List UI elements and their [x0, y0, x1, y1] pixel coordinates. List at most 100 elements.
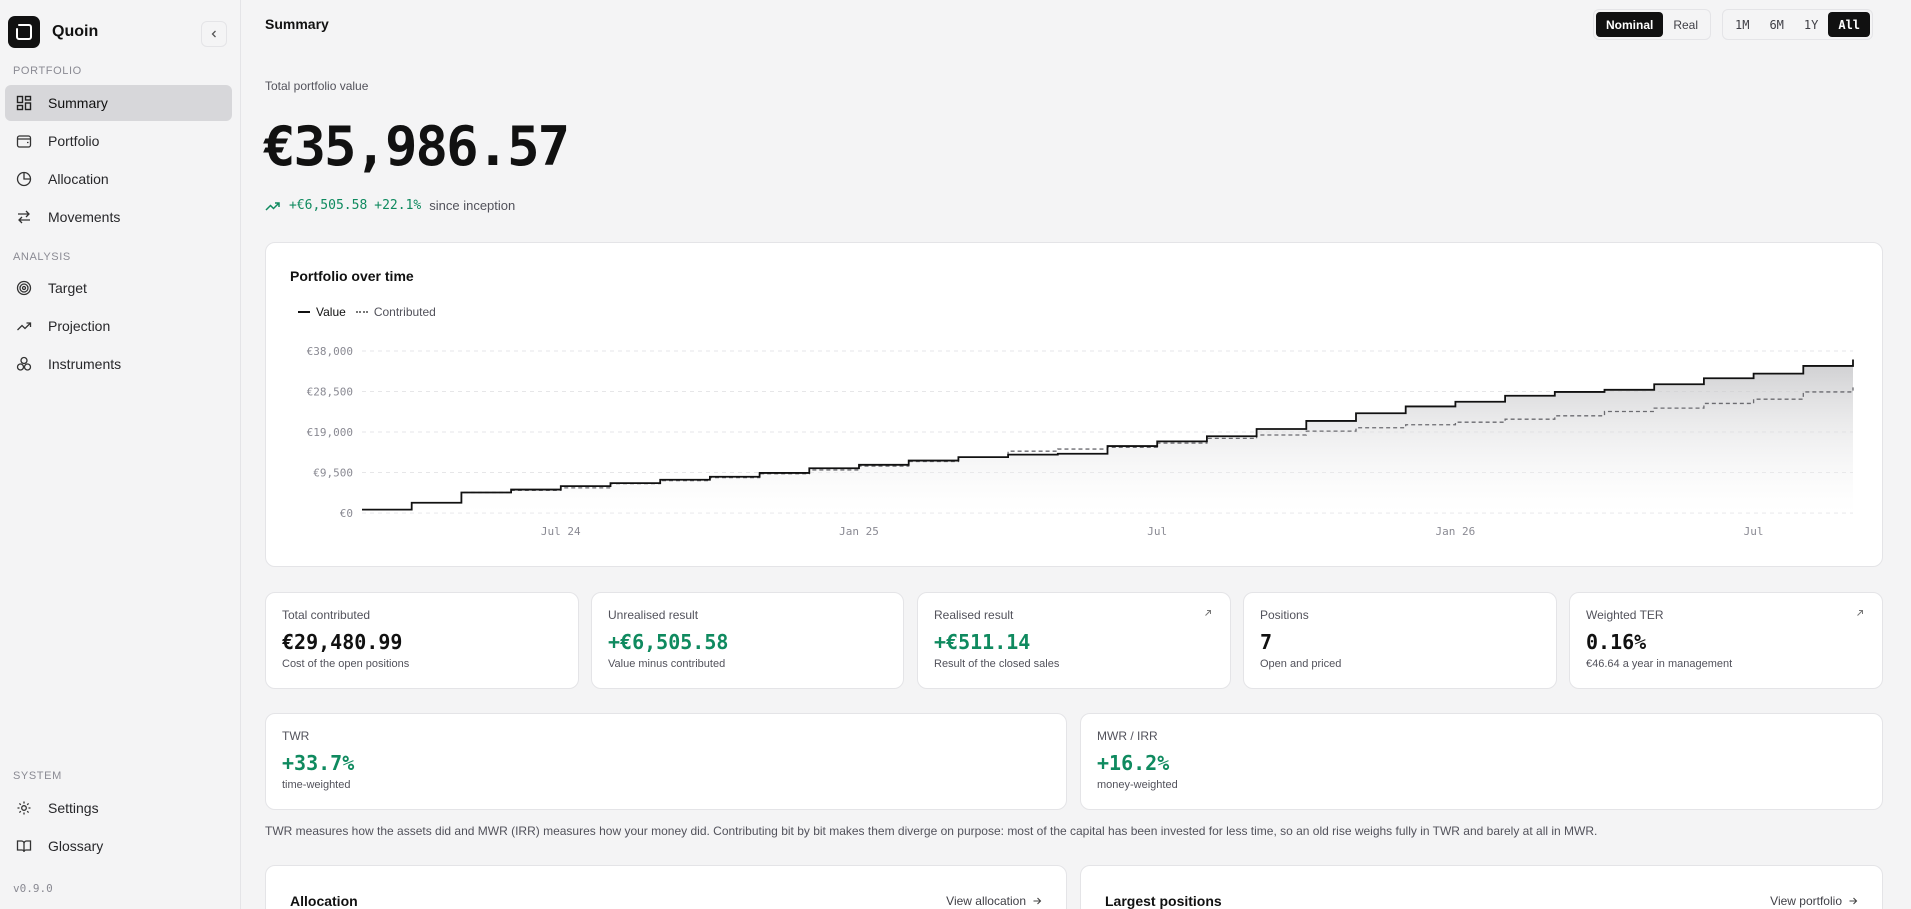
grid-icon: [15, 94, 33, 112]
y-tick-label: €9,500: [313, 467, 353, 480]
sidebar-item-instruments[interactable]: Instruments: [5, 346, 232, 382]
y-tick-label: €0: [340, 507, 353, 520]
sidebar-item-label: Target: [48, 280, 87, 296]
mode-toggle: Nominal Real: [1593, 9, 1712, 40]
sidebar-item-label: Instruments: [48, 356, 122, 372]
return-sub: money-weighted: [1097, 779, 1178, 791]
stat-value: €29,480.99: [282, 630, 403, 654]
brand[interactable]: Quoin: [8, 16, 98, 48]
sidebar-item-allocation[interactable]: Allocation: [5, 161, 232, 197]
return-card-twr: TWR +33.7% time-weighted: [265, 713, 1067, 810]
sidebar-item-settings[interactable]: Settings: [5, 790, 232, 826]
sidebar-item-portfolio[interactable]: Portfolio: [5, 123, 232, 159]
return-sub: time-weighted: [282, 779, 351, 791]
app-version: v0.9.0: [13, 882, 53, 895]
x-tick-label: Jan 25: [839, 525, 879, 538]
sidebar-item-label: Portfolio: [48, 133, 100, 149]
section-label-portfolio: PORTFOLIO: [13, 65, 82, 77]
target-icon: [15, 279, 33, 297]
sidebar-item-label: Movements: [48, 209, 121, 225]
sidebar-item-label: Settings: [48, 800, 99, 816]
returns-explanation: TWR measures how the assets did and MWR …: [265, 824, 1598, 838]
external-link-icon[interactable]: [1854, 607, 1866, 619]
wallet-icon: [15, 132, 33, 150]
arrow-right-icon: [1849, 897, 1858, 905]
stat-sub: €46.64 a year in management: [1586, 658, 1733, 670]
x-tick-label: Jul 24: [541, 525, 581, 538]
return-card-mwr: MWR / IRR +16.2% money-weighted: [1080, 713, 1883, 810]
stat-card-weighted-ter[interactable]: Weighted TER 0.16% €46.64 a year in mana…: [1569, 592, 1883, 689]
sidebar-item-label: Summary: [48, 95, 108, 111]
section-label-analysis: ANALYSIS: [13, 251, 71, 263]
page-title: Summary: [265, 16, 329, 32]
stat-card-realised-result[interactable]: Realised result +€511.14 Result of the c…: [917, 592, 1231, 689]
range-option-1y[interactable]: 1Y: [1794, 12, 1828, 37]
stat-sub: Result of the closed sales: [934, 658, 1060, 670]
section-label-system: SYSTEM: [13, 770, 62, 782]
sidebar-item-label: Glossary: [48, 838, 104, 854]
return-value: +16.2%: [1097, 751, 1170, 775]
range-toggle: 1M 6M 1Y All: [1722, 9, 1874, 40]
stat-card-total-contributed: Total contributed €29,480.99 Cost of the…: [265, 592, 579, 689]
sidebar: Quoin PORTFOLIO Summary Portfolio Alloca…: [0, 0, 241, 909]
allocation-card-title: Allocation: [290, 893, 358, 909]
x-tick-label: Jul: [1744, 525, 1764, 538]
sidebar-item-label: Allocation: [48, 171, 109, 187]
y-tick-label: €19,000: [307, 426, 353, 439]
range-option-all[interactable]: All: [1828, 12, 1871, 37]
stat-sub: Cost of the open positions: [282, 658, 410, 670]
view-portfolio-label: View portfolio: [1770, 894, 1842, 908]
stat-value: +€6,505.58: [608, 630, 729, 654]
chevron-left-icon: [211, 30, 216, 38]
pie-icon: [15, 170, 33, 188]
stat-label: Realised result: [934, 608, 1014, 622]
return-label: TWR: [282, 729, 310, 743]
stat-card-positions: Positions 7 Open and priced: [1243, 592, 1557, 689]
view-portfolio-link[interactable]: View portfolio: [1770, 894, 1858, 908]
arrow-right-icon: [1033, 897, 1042, 905]
range-option-1m[interactable]: 1M: [1725, 12, 1759, 37]
circles-icon: [15, 355, 33, 373]
sidebar-item-summary[interactable]: Summary: [5, 85, 232, 121]
stat-label: Total contributed: [282, 608, 371, 622]
mode-option-nominal[interactable]: Nominal: [1596, 12, 1664, 37]
trend-up-icon: [265, 201, 280, 211]
change-amount: +€6,505.58: [289, 198, 368, 213]
stat-label: Positions: [1260, 608, 1309, 622]
sidebar-item-label: Projection: [48, 318, 111, 334]
total-value-label: Total portfolio value: [265, 79, 369, 93]
stat-label: Weighted TER: [1586, 608, 1664, 622]
x-tick-label: Jan 26: [1436, 525, 1476, 538]
change-suffix: since inception: [429, 198, 516, 213]
sidebar-item-target[interactable]: Target: [5, 270, 232, 306]
sidebar-item-movements[interactable]: Movements: [5, 199, 232, 235]
collapse-sidebar-button[interactable]: [201, 21, 227, 47]
view-allocation-link[interactable]: View allocation: [946, 894, 1042, 908]
range-option-6m[interactable]: 6M: [1759, 12, 1793, 37]
book-icon: [15, 837, 33, 855]
total-portfolio-value: €35,986.57: [263, 115, 570, 178]
arrows-icon: [15, 208, 33, 226]
sidebar-item-glossary[interactable]: Glossary: [5, 828, 232, 864]
return-value: +33.7%: [282, 751, 355, 775]
largest-positions-card: Largest positions View portfolio: [1080, 865, 1883, 909]
stat-card-unrealised-result: Unrealised result +€6,505.58 Value minus…: [591, 592, 904, 689]
portfolio-chart-card: Portfolio over time Value Contributed €3…: [265, 242, 1883, 567]
sidebar-item-projection[interactable]: Projection: [5, 308, 232, 344]
quoin-logo-icon: [8, 16, 40, 48]
mode-option-real[interactable]: Real: [1663, 12, 1708, 37]
value-area-fill: [362, 359, 1853, 513]
y-tick-label: €38,000: [307, 345, 353, 358]
stat-value: +€511.14: [934, 630, 1031, 654]
view-allocation-label: View allocation: [946, 894, 1026, 908]
stat-sub: Value minus contributed: [608, 658, 726, 670]
x-tick-label: Jul: [1147, 525, 1167, 538]
allocation-card: Allocation View allocation: [265, 865, 1067, 909]
trend-icon: [15, 317, 33, 335]
since-inception-change: +€6,505.58 +22.1% since inception: [265, 198, 515, 213]
portfolio-line-chart[interactable]: €38,000 €28,500 €19,000 €9,500 €0 Jul 24 Jan 2…: [266, 243, 1884, 568]
external-link-icon[interactable]: [1202, 607, 1214, 619]
y-tick-label: €28,500: [307, 386, 353, 399]
app-name: Quoin: [52, 23, 99, 40]
gear-icon: [15, 799, 33, 817]
